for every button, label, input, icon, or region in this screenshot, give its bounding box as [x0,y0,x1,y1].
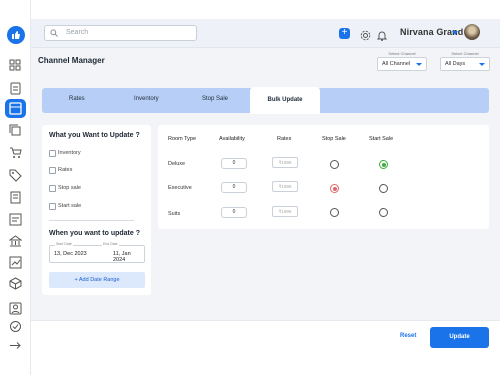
date-range-field[interactable]: Start Date End Date 13, Dec 2023 11, Jan… [49,242,145,263]
report-icon[interactable] [9,213,22,226]
chevron-down-icon[interactable] [452,31,458,35]
rate-input[interactable]: ₹1999 [272,181,298,192]
stop-sale-radio[interactable] [330,208,339,217]
bank-icon[interactable] [8,235,23,248]
user-card-icon[interactable] [9,302,22,315]
top-bar: Search + Nirvana Grand [31,19,500,48]
gear-icon[interactable] [360,28,371,46]
cube-icon[interactable] [9,277,22,290]
booking-icon[interactable] [9,82,22,95]
divider [49,220,134,221]
search-input[interactable]: Search [44,25,197,41]
stop-sale-radio[interactable] [330,184,339,193]
tag-icon[interactable] [9,169,22,182]
channel-select[interactable]: Select Channel All Channel [377,51,427,71]
tab-bulk-update[interactable]: Bulk Update [250,87,320,114]
avatar[interactable] [464,24,480,40]
start-sale-radio[interactable] [379,184,388,193]
channel-select-label: Select Channel [388,51,416,56]
header-rates: Rates [277,136,292,142]
end-date-label: End Date [102,242,119,246]
search-placeholder: Search [66,29,89,36]
channel-select-value: All Channel [382,61,411,67]
inventory-label: Inventory [58,150,81,156]
chevron-down-icon [416,63,422,66]
page-title: Channel Manager [38,56,105,65]
room-name: Executive [168,185,192,191]
days-select-label: Select Channel [451,51,479,56]
header-stop-sale: Stop Sale [322,136,346,142]
cart-icon[interactable] [9,146,22,159]
update-options-panel: What you Want to Update ? Inventory Rate… [42,125,151,295]
header-room-type: Room Type [168,136,197,142]
room-name: Suits [168,211,181,217]
plus-icon[interactable]: + [339,28,350,39]
update-heading: What you Want to Update ? [49,132,140,139]
inventory-checkbox[interactable] [49,150,56,157]
copy-icon[interactable] [9,124,22,137]
stop-sale-checkbox[interactable] [49,185,56,192]
tab-rates[interactable]: Rates [69,96,85,102]
reset-button[interactable]: Reset [400,333,416,339]
rates-checkbox[interactable] [49,167,56,174]
header-start-sale: Start Sale [369,136,394,142]
tab-bar: Rates Inventory Stop Sale Bulk Update [42,87,489,114]
tab-inventory[interactable]: Inventory [134,96,159,102]
calendar-icon[interactable] [5,99,26,118]
stop-sale-label: Stop sale [58,185,81,191]
availability-input[interactable]: 0 [221,182,247,193]
end-date-value: 11, Jan 2024 [113,251,131,263]
footer-bar: Reset Update [31,320,500,354]
rate-input[interactable]: ₹1999 [272,206,298,217]
search-icon [50,29,58,37]
chart-icon[interactable] [9,256,22,269]
add-date-range-button[interactable]: + Add Date Range [49,272,145,288]
update-button[interactable]: Update [430,327,489,348]
sidebar [0,0,31,375]
start-date-label: Start Date [55,242,73,246]
start-sale-radio[interactable] [379,208,388,217]
main-content: Channel Manager Select Channel All Chann… [31,48,500,320]
tab-stop-sale[interactable]: Stop Sale [202,96,228,102]
rate-input[interactable]: ₹1999 [272,157,298,168]
document-icon[interactable] [9,191,22,204]
thumbs-up-icon[interactable] [7,26,25,44]
availability-input[interactable]: 0 [221,158,247,169]
room-name: Deluxe [168,161,186,167]
header-availability: Availability [219,136,245,142]
when-heading: When you want to update ? [49,230,140,237]
dashboard-icon[interactable] [9,59,22,72]
availability-input[interactable]: 0 [221,207,247,218]
start-sale-label: Start sale [58,203,82,209]
start-date-value: 13, Dec 2023 [54,251,87,257]
arrow-right-icon[interactable] [9,339,22,352]
room-table: Room Type Availability Rates Stop Sale S… [158,125,489,229]
chevron-down-icon [479,63,485,66]
stop-sale-radio[interactable] [330,160,339,169]
days-select[interactable]: Select Channel All Days [440,51,490,71]
days-select-value: All Days [445,61,466,67]
bell-icon[interactable] [376,28,388,46]
start-sale-radio[interactable] [379,160,388,169]
rates-label: Rates [58,167,73,173]
check-circle-icon[interactable] [9,320,22,333]
start-sale-checkbox[interactable] [49,203,56,210]
